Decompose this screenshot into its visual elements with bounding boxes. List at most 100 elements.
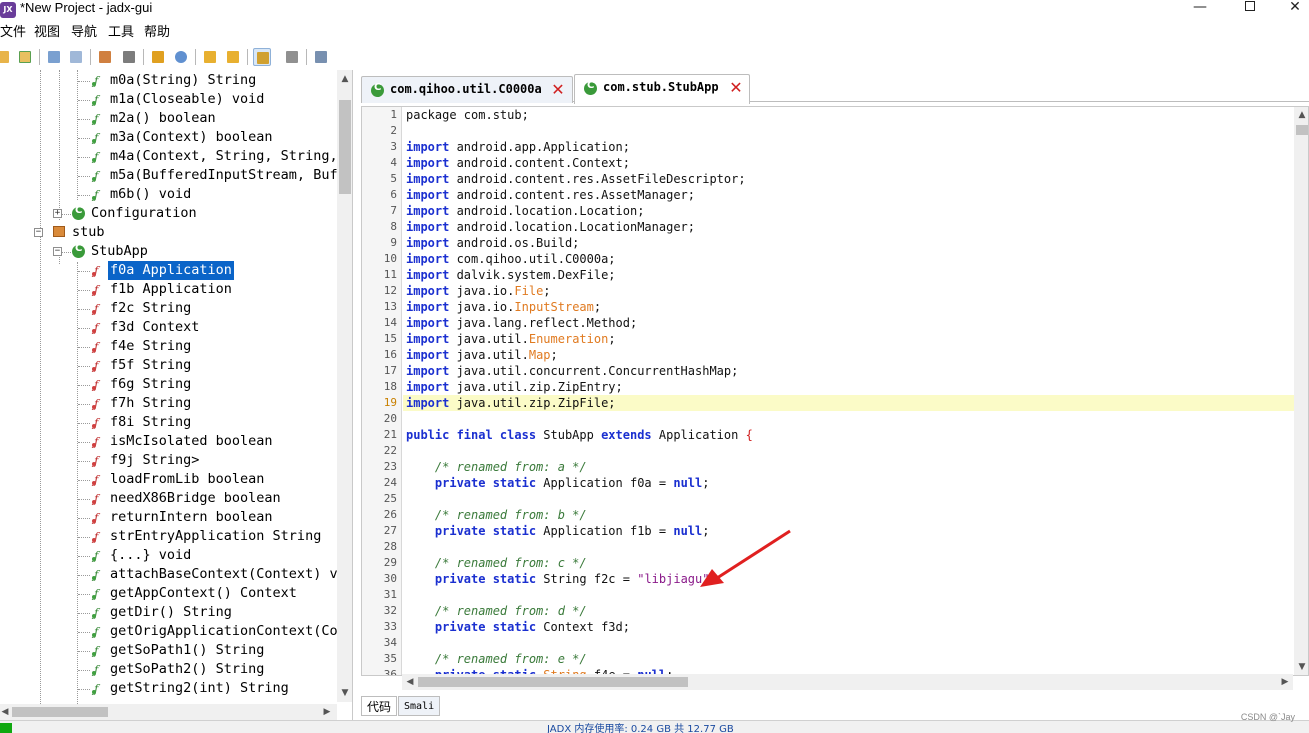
tree-item[interactable]: f1b Application — [108, 280, 337, 299]
tree-item[interactable]: StubApp — [89, 242, 337, 261]
tree-expander-icon[interactable]: − — [34, 228, 43, 237]
menu-help[interactable]: 帮助 — [144, 24, 170, 42]
scroll-right-arrow-icon[interactable]: ▶ — [320, 705, 334, 719]
tree-item[interactable]: m1a(Closeable) void — [108, 90, 337, 109]
code-line[interactable]: private static Application f0a = null; — [406, 475, 710, 491]
flatten-packages-button[interactable] — [120, 48, 138, 66]
tree-item[interactable]: needX86Bridge boolean — [108, 489, 337, 508]
class-search-button[interactable] — [172, 48, 190, 66]
tree-item[interactable]: m3a(Context) boolean — [108, 128, 337, 147]
code-line[interactable]: package com.stub; — [406, 107, 529, 123]
tree-item[interactable]: getSoPath1() String — [108, 641, 337, 660]
tree-item[interactable]: f8i String — [108, 413, 337, 432]
menu-view[interactable]: 视图 — [34, 24, 60, 42]
forward-button[interactable] — [224, 48, 242, 66]
code-line[interactable]: import java.io.InputStream; — [406, 299, 601, 315]
copy-button[interactable] — [45, 48, 63, 66]
tree-item[interactable]: f3d Context — [108, 318, 337, 337]
menu-file[interactable]: 文件 — [0, 24, 26, 42]
tree-vertical-scroll-thumb[interactable] — [339, 100, 351, 194]
tree-item[interactable]: f4e String — [108, 337, 337, 356]
code-line[interactable]: import android.location.LocationManager; — [406, 219, 695, 235]
tree-horizontal-scrollbar[interactable]: ◀ ▶ — [0, 704, 337, 720]
tree-item[interactable]: f9j String> — [108, 451, 337, 470]
scroll-down-arrow-icon[interactable]: ▼ — [1295, 660, 1308, 674]
tree-item[interactable]: loadFromLib boolean — [108, 470, 337, 489]
code-line[interactable]: import android.content.Context; — [406, 155, 630, 171]
tree-item[interactable]: getString2(int) String — [108, 679, 337, 698]
code-vertical-scrollbar[interactable]: ▲ ▼ — [1294, 107, 1308, 675]
tree-item[interactable]: isMcIsolated boolean — [108, 432, 337, 451]
tree-item[interactable]: m6b() void — [108, 185, 337, 204]
tree-item[interactable]: f5f String — [108, 356, 337, 375]
tree-item[interactable]: f2c String — [108, 299, 337, 318]
minimize-button[interactable]: — — [1177, 0, 1223, 18]
tree-item[interactable]: attachBaseContext(Context) vo — [108, 565, 346, 584]
tree-item[interactable]: f7h String — [108, 394, 337, 413]
tab-stubapp[interactable]: com.stub.StubApp ✕ — [574, 74, 750, 104]
add-files-button[interactable] — [16, 48, 34, 66]
tree-item[interactable]: getOrigApplicationContext(Con — [108, 622, 346, 641]
tree-item[interactable]: f6g String — [108, 375, 337, 394]
code-line[interactable]: import java.util.concurrent.ConcurrentHa… — [406, 363, 738, 379]
tree-expander-icon[interactable]: − — [53, 247, 62, 256]
preferences-button[interactable] — [312, 48, 330, 66]
code-horizontal-scroll-thumb[interactable] — [418, 677, 688, 687]
tree-item[interactable]: m2a() boolean — [108, 109, 337, 128]
tab-c0000a[interactable]: com.qihoo.util.C0000a ✕ — [361, 76, 573, 103]
tree-item[interactable]: {...} void — [108, 546, 337, 565]
code-line[interactable]: import java.lang.reflect.Method; — [406, 315, 637, 331]
code-line[interactable]: /* renamed from: c */ — [406, 555, 587, 571]
scroll-left-arrow-icon[interactable]: ◀ — [403, 675, 417, 689]
tree-item[interactable]: returnIntern boolean — [108, 508, 337, 527]
open-file-button[interactable] — [0, 48, 12, 66]
code-line[interactable]: import java.util.zip.ZipEntry; — [406, 379, 623, 395]
close-window-button[interactable]: ✕ — [1272, 0, 1309, 18]
code-line[interactable]: import com.qihoo.util.C0000a; — [406, 251, 616, 267]
code-line[interactable]: private static Context f3d; — [406, 619, 630, 635]
tree-expander-icon[interactable]: + — [53, 209, 62, 218]
scroll-down-arrow-icon[interactable]: ▼ — [338, 686, 352, 700]
tree-item[interactable]: Configuration — [89, 204, 337, 223]
code-line[interactable]: import dalvik.system.DexFile; — [406, 267, 616, 283]
back-button[interactable] — [201, 48, 219, 66]
tree-item[interactable]: strEntryApplication String — [108, 527, 337, 546]
code-line[interactable]: import java.util.Enumeration; — [406, 331, 616, 347]
tree-item[interactable]: getDir() String — [108, 603, 337, 622]
code-line[interactable]: import java.util.zip.ZipFile; — [406, 395, 616, 411]
maximize-button[interactable] — [1227, 0, 1273, 18]
code-line[interactable]: import android.os.Build; — [406, 235, 579, 251]
code-line[interactable]: /* renamed from: d */ — [406, 603, 587, 619]
scroll-right-arrow-icon[interactable]: ▶ — [1278, 675, 1292, 689]
code-line[interactable]: import android.content.res.AssetManager; — [406, 187, 695, 203]
tab-smali[interactable]: Smali — [398, 696, 441, 716]
code-line[interactable]: import java.util.Map; — [406, 347, 558, 363]
code-line[interactable]: import android.location.Location; — [406, 203, 644, 219]
tree-item[interactable]: getSoPath2() String — [108, 660, 337, 679]
tree-item[interactable]: m4a(Context, String, String, — [108, 147, 338, 166]
log-viewer-button[interactable] — [283, 48, 301, 66]
code-horizontal-scrollbar[interactable]: ◀ ▶ — [402, 674, 1293, 690]
scroll-up-arrow-icon[interactable]: ▲ — [338, 72, 352, 86]
code-line[interactable]: import android.app.Application; — [406, 139, 630, 155]
close-tab-icon[interactable]: ✕ — [550, 82, 566, 98]
tree-item[interactable]: f0a Application — [108, 261, 337, 280]
sync-button[interactable] — [96, 48, 114, 66]
scroll-up-arrow-icon[interactable]: ▲ — [1295, 108, 1308, 122]
code-vertical-scroll-thumb[interactable] — [1296, 125, 1308, 135]
code-line[interactable]: private static Application f1b = null; — [406, 523, 710, 539]
menu-tools[interactable]: 工具 — [108, 24, 134, 42]
close-tab-icon[interactable]: ✕ — [728, 80, 744, 96]
code-line[interactable]: public final class StubApp extends Appli… — [406, 427, 753, 443]
code-line[interactable]: /* renamed from: a */ — [406, 459, 587, 475]
code-line[interactable]: import java.io.File; — [406, 283, 551, 299]
deobfuscation-toggle[interactable] — [253, 48, 271, 66]
tree-item[interactable]: getAppContext() Context — [108, 584, 337, 603]
tree-item[interactable]: stub — [70, 223, 337, 242]
tree-horizontal-scroll-thumb[interactable] — [12, 707, 108, 717]
tab-code[interactable]: 代码 — [361, 696, 398, 716]
code-line[interactable]: private static String f2c = "libjiagu"; — [406, 571, 717, 587]
code-line[interactable]: import android.content.res.AssetFileDesc… — [406, 171, 746, 187]
tree-item[interactable]: m5a(BufferedInputStream, Buff — [108, 166, 346, 185]
code-line[interactable]: /* renamed from: e */ — [406, 651, 587, 667]
